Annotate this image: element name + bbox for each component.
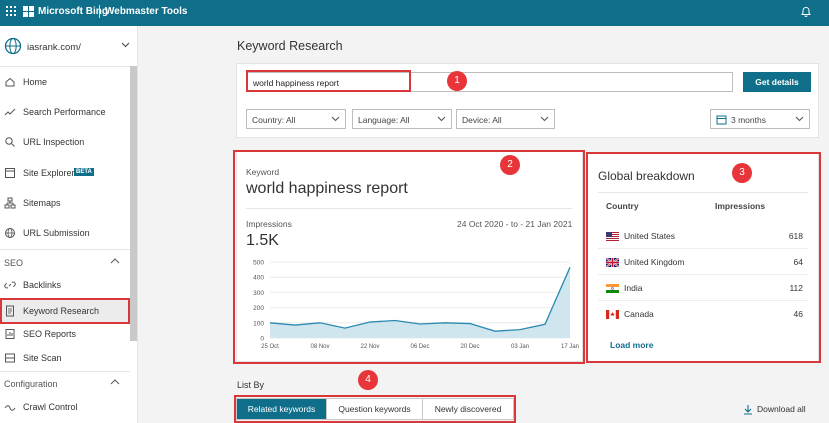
sidebar-item-label: Sitemaps: [23, 198, 61, 208]
sidebar-divider: [0, 371, 130, 372]
app-launcher-icon[interactable]: [6, 6, 16, 16]
sitemap-icon: [4, 197, 16, 209]
date-range-value: 3 months: [731, 115, 766, 125]
sidebar-item-label: Site Scan: [23, 353, 62, 363]
sidebar-divider: [0, 66, 130, 67]
sidebar-item-label: Keyword Research: [23, 306, 100, 316]
sidebar-item-backlinks[interactable]: Backlinks: [0, 274, 130, 296]
chevron-up-icon: [110, 258, 120, 264]
country-filter[interactable]: Country: All: [246, 109, 346, 129]
country-filter-value: Country: All: [252, 115, 296, 125]
globe-icon: [5, 228, 15, 238]
chevron-up-icon: [110, 379, 120, 385]
get-details-button[interactable]: Get details: [743, 72, 811, 92]
annotation-badge-2: 2: [500, 155, 520, 175]
device-filter-value: Device: All: [462, 115, 502, 125]
sidebar-item-keyword-research[interactable]: Keyword Research: [0, 298, 130, 324]
annotation-badge-3: 3: [732, 163, 752, 183]
sidebar-item-label: URL Submission: [23, 228, 90, 238]
annotation-badge-1: 1: [447, 71, 467, 91]
sidebar-divider: [0, 249, 130, 250]
sidebar-item-crawl-control[interactable]: Crawl Control: [0, 396, 130, 418]
download-icon: [744, 405, 752, 415]
microsoft-logo-icon: [23, 6, 34, 17]
sidebar-item-label: SEO Reports: [23, 329, 77, 339]
annotation-box-3: [586, 152, 821, 363]
scan-icon: [5, 353, 15, 363]
chevron-down-icon: [331, 116, 340, 122]
site-selector[interactable]: iasrank.com/: [3, 36, 131, 58]
sidebar-item-url-submission[interactable]: URL Submission: [0, 222, 130, 244]
sidebar-scrollbar[interactable]: [130, 66, 137, 341]
sidebar-item-url-inspection[interactable]: URL Inspection: [0, 131, 130, 153]
sidebar-item-label: Site Explorer: [23, 168, 75, 178]
annotation-box-1: [246, 70, 411, 92]
sidebar-item-site-scan[interactable]: Site Scan: [0, 347, 130, 369]
brand-name: Microsoft Bing: [38, 6, 108, 17]
search-icon: [5, 137, 15, 147]
crawl-icon: [4, 405, 16, 411]
sidebar-item-label: Crawl Control: [23, 402, 78, 412]
chevron-down-icon[interactable]: [121, 42, 130, 48]
calendar-icon: [716, 115, 727, 125]
chevron-down-icon: [540, 116, 549, 122]
sidebar-item-search-performance[interactable]: Search Performance: [0, 101, 130, 123]
document-icon: [6, 305, 14, 317]
sidebar-group-label: SEO: [4, 258, 24, 268]
sidebar-item-home[interactable]: Home: [0, 71, 130, 93]
sidebar-item-label: Search Performance: [23, 107, 106, 117]
download-all-label: Download all: [757, 404, 806, 414]
beta-badge: BETA: [74, 168, 94, 176]
sidebar-group-seo[interactable]: SEO: [0, 253, 130, 273]
sidebar-item-sitemaps[interactable]: Sitemaps: [0, 192, 130, 214]
page-title: Keyword Research: [237, 39, 343, 53]
annotation-badge-4: 4: [358, 370, 378, 390]
sidebar-item-site-explorer[interactable]: Site Explorer BETA: [0, 162, 130, 184]
annotation-box-4: [234, 395, 516, 423]
sidebar-item-label: Backlinks: [23, 280, 62, 290]
sidebar-group-label: Configuration: [4, 379, 58, 389]
globe-icon: [4, 37, 22, 55]
bell-icon[interactable]: [799, 5, 813, 19]
home-icon: [5, 77, 15, 87]
sidebar-group-configuration[interactable]: Configuration: [0, 374, 130, 394]
brand-separator: [99, 5, 100, 18]
product-name: Webmaster Tools: [105, 6, 188, 17]
sidebar-item-seo-reports[interactable]: SEO Reports: [0, 323, 130, 345]
site-explorer-icon: [5, 168, 15, 178]
sidebar: iasrank.com/ Home Search Performance URL…: [0, 26, 138, 423]
chevron-down-icon: [795, 116, 804, 122]
sidebar-item-label: URL Inspection: [23, 137, 85, 147]
top-bar: Microsoft Bing Webmaster Tools: [0, 0, 829, 26]
list-by-label: List By: [237, 380, 265, 390]
report-icon: [5, 329, 15, 339]
sidebar-item-label: Home: [23, 77, 48, 87]
link-icon: [4, 281, 16, 289]
language-filter[interactable]: Language: All: [352, 109, 452, 129]
trend-icon: [4, 108, 16, 116]
site-name: iasrank.com/: [27, 42, 81, 53]
date-range-filter[interactable]: 3 months: [710, 109, 810, 129]
language-filter-value: Language: All: [358, 115, 410, 125]
chevron-down-icon: [437, 116, 446, 122]
device-filter[interactable]: Device: All: [456, 109, 555, 129]
annotation-box-2: [233, 150, 585, 364]
